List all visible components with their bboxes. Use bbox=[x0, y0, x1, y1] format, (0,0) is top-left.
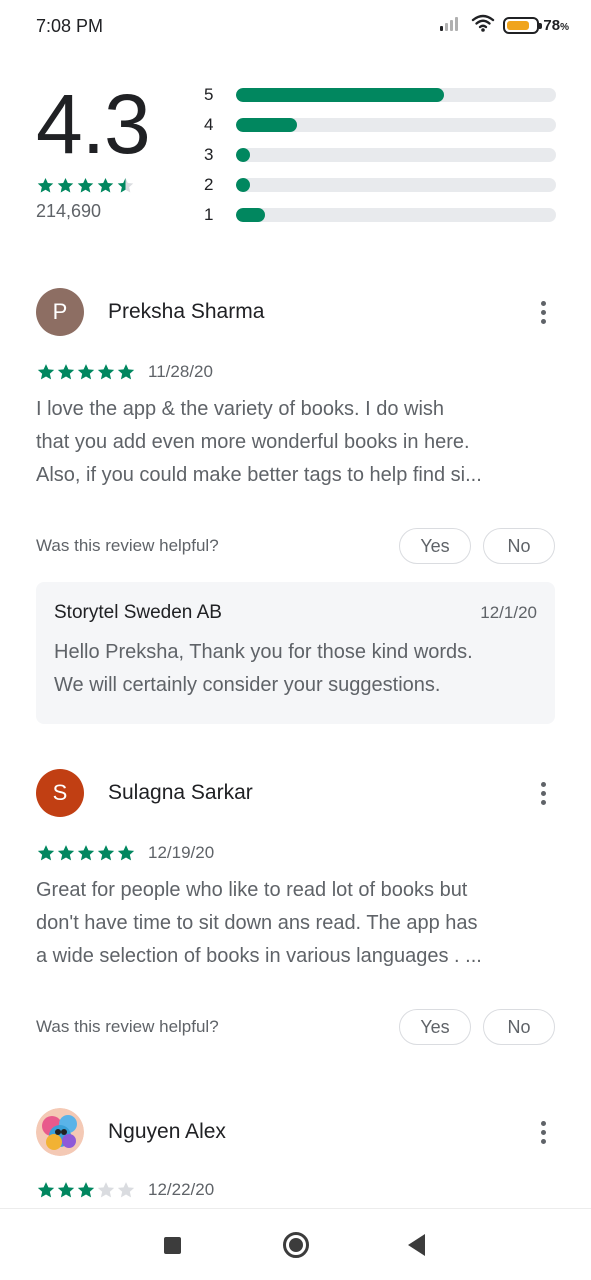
battery-percent: 78% bbox=[543, 17, 569, 34]
app-screen: 7:08 PM 78% 4.3 214,690 5 4 3 2 1 P Prek… bbox=[0, 0, 591, 1280]
star-empty-icon bbox=[96, 1180, 116, 1200]
review-stars bbox=[36, 843, 136, 863]
review-meta: 12/22/20 bbox=[36, 1179, 555, 1201]
avatar bbox=[36, 1108, 84, 1156]
review-text[interactable]: I love the app & the variety of books. I… bbox=[36, 393, 555, 492]
histogram-track bbox=[236, 208, 556, 222]
developer-reply-text: Hello Preksha, Thank you for those kind … bbox=[54, 641, 473, 696]
histogram-track bbox=[236, 178, 556, 192]
avatar: P bbox=[36, 288, 84, 336]
star-filled-icon bbox=[96, 843, 116, 863]
review-header: S Sulagna Sarkar bbox=[36, 768, 555, 818]
histogram-row-4: 4 bbox=[204, 110, 556, 140]
recents-square-icon[interactable] bbox=[164, 1237, 181, 1254]
review-card: Nguyen Alex 12/22/20 bbox=[36, 1107, 555, 1201]
review-meta: 11/28/20 bbox=[36, 361, 555, 383]
star-filled-icon bbox=[36, 176, 55, 195]
histogram-label: 2 bbox=[204, 175, 214, 194]
star-filled-icon bbox=[76, 1180, 96, 1200]
histogram-label: 3 bbox=[204, 145, 214, 164]
total-ratings-count: 214,690 bbox=[36, 201, 102, 221]
battery-icon bbox=[503, 17, 543, 34]
helpful-question: Was this review helpful? bbox=[36, 536, 219, 555]
star-filled-icon bbox=[76, 176, 95, 195]
review-card: P Preksha Sharma 11/28/20 I love the app… bbox=[36, 287, 555, 724]
home-circle-icon[interactable] bbox=[283, 1232, 309, 1258]
histogram-track bbox=[236, 88, 556, 102]
star-filled-icon bbox=[36, 362, 56, 382]
star-filled-icon bbox=[56, 362, 76, 382]
star-filled-icon bbox=[36, 843, 56, 863]
status-bar: 7:08 PM 78% bbox=[0, 0, 591, 54]
reviewer-name: Sulagna Sarkar bbox=[108, 781, 253, 804]
reviewer-name: Nguyen Alex bbox=[108, 1120, 226, 1143]
developer-reply: Storytel Sweden AB 12/1/20 Hello Preksha… bbox=[36, 582, 555, 724]
average-rating-stars bbox=[36, 176, 135, 195]
histogram-row-1: 1 bbox=[204, 200, 556, 230]
star-filled-icon bbox=[76, 362, 96, 382]
star-filled-icon bbox=[96, 362, 116, 382]
helpful-no-button[interactable]: No bbox=[483, 528, 555, 564]
review-header: P Preksha Sharma bbox=[36, 287, 555, 337]
histogram-label: 4 bbox=[204, 115, 214, 134]
helpful-yes-button[interactable]: Yes bbox=[399, 1009, 471, 1045]
review-date: 12/19/20 bbox=[148, 843, 215, 862]
wifi-icon bbox=[471, 14, 495, 37]
developer-reply-date: 12/1/20 bbox=[480, 603, 537, 622]
developer-name: Storytel Sweden AB bbox=[54, 602, 222, 623]
histogram-label: 1 bbox=[204, 205, 214, 224]
review-card: S Sulagna Sarkar 12/19/20 Great for peop… bbox=[36, 768, 555, 1045]
star-filled-icon bbox=[36, 1180, 56, 1200]
star-filled-icon bbox=[56, 843, 76, 863]
star-half-icon bbox=[116, 176, 135, 195]
star-empty-icon bbox=[116, 1180, 136, 1200]
status-icons: 78% bbox=[439, 14, 569, 37]
status-time: 7:08 PM bbox=[36, 16, 104, 36]
histogram-bar bbox=[236, 118, 297, 132]
review-header: Nguyen Alex bbox=[36, 1107, 555, 1157]
helpful-yes-button[interactable]: Yes bbox=[399, 528, 471, 564]
histogram-row-3: 3 bbox=[204, 140, 556, 170]
helpful-question: Was this review helpful? bbox=[36, 1017, 219, 1036]
avatar: S bbox=[36, 769, 84, 817]
histogram-track bbox=[236, 118, 556, 132]
histogram-bar bbox=[236, 208, 265, 222]
star-filled-icon bbox=[96, 176, 115, 195]
review-text[interactable]: Great for people who like to read lot of… bbox=[36, 874, 555, 973]
review-date: 11/28/20 bbox=[148, 362, 213, 381]
review-stars bbox=[36, 362, 136, 382]
more-options-icon[interactable] bbox=[531, 1117, 555, 1147]
more-options-icon[interactable] bbox=[531, 297, 555, 327]
histogram-bar bbox=[236, 178, 251, 192]
review-meta: 12/19/20 bbox=[36, 842, 555, 864]
more-options-icon[interactable] bbox=[531, 778, 555, 808]
review-date: 12/22/20 bbox=[148, 1180, 215, 1199]
histogram-bar bbox=[236, 88, 444, 102]
histogram-row-2: 2 bbox=[204, 170, 556, 200]
histogram-track bbox=[236, 148, 556, 162]
back-triangle-icon[interactable] bbox=[408, 1234, 425, 1256]
histogram-bar bbox=[236, 148, 251, 162]
reviewer-name: Preksha Sharma bbox=[108, 300, 265, 323]
rating-histogram: 5 4 3 2 1 bbox=[204, 80, 556, 230]
helpful-row: Was this review helpful? Yes No bbox=[36, 528, 555, 564]
battery-fill bbox=[507, 21, 530, 30]
battery-indicator: 78% bbox=[503, 17, 569, 34]
star-filled-icon bbox=[116, 362, 136, 382]
helpful-no-button[interactable]: No bbox=[483, 1009, 555, 1045]
star-filled-icon bbox=[76, 843, 96, 863]
helpful-row: Was this review helpful? Yes No bbox=[36, 1009, 555, 1045]
histogram-label: 5 bbox=[204, 85, 214, 104]
review-stars bbox=[36, 1180, 136, 1200]
histogram-row-5: 5 bbox=[204, 80, 556, 110]
average-rating: 4.3 bbox=[36, 77, 151, 171]
avatar-image bbox=[36, 1108, 84, 1156]
star-filled-icon bbox=[116, 843, 136, 863]
star-filled-icon bbox=[56, 1180, 76, 1200]
star-filled-icon bbox=[56, 176, 75, 195]
signal-icon bbox=[439, 15, 463, 36]
system-nav-bar bbox=[0, 1208, 591, 1280]
